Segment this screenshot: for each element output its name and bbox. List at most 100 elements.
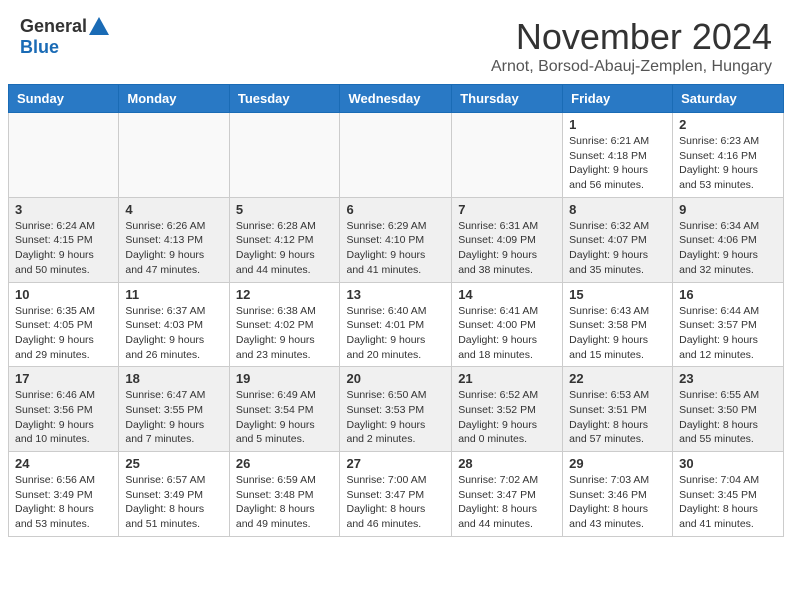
calendar-cell: 18 Sunrise: 6:47 AM Sunset: 3:55 PM Dayli… <box>119 367 229 452</box>
day-number: 3 <box>15 202 112 217</box>
day-number: 13 <box>346 287 445 302</box>
day-info: Sunrise: 6:47 AM Sunset: 3:55 PM Dayligh… <box>125 388 222 447</box>
calendar-cell <box>452 113 563 198</box>
calendar-cell: 5 Sunrise: 6:28 AM Sunset: 4:12 PM Daylig… <box>229 197 340 282</box>
day-info: Sunrise: 6:55 AM Sunset: 3:50 PM Dayligh… <box>679 388 777 447</box>
weekday-header-monday: Monday <box>119 85 229 113</box>
day-info: Sunrise: 6:40 AM Sunset: 4:01 PM Dayligh… <box>346 304 445 363</box>
day-info: Sunrise: 6:35 AM Sunset: 4:05 PM Dayligh… <box>15 304 112 363</box>
calendar-cell: 1 Sunrise: 6:21 AM Sunset: 4:18 PM Daylig… <box>563 113 673 198</box>
day-info: Sunrise: 6:43 AM Sunset: 3:58 PM Dayligh… <box>569 304 666 363</box>
calendar-cell: 22Sunrise: 6:53 AM Sunset: 3:51 PM Dayli… <box>563 367 673 452</box>
calendar-cell: 9 Sunrise: 6:34 AM Sunset: 4:06 PM Daylig… <box>673 197 784 282</box>
day-info: Sunrise: 7:02 AM Sunset: 3:47 PM Dayligh… <box>458 473 556 532</box>
logo-blue-text: Blue <box>20 37 59 58</box>
day-number: 4 <box>125 202 222 217</box>
day-number: 8 <box>569 202 666 217</box>
logo-triangle-icon <box>89 17 109 35</box>
calendar-cell <box>9 113 119 198</box>
day-number: 28 <box>458 456 556 471</box>
day-number: 1 <box>569 117 666 132</box>
day-info: Sunrise: 7:03 AM Sunset: 3:46 PM Dayligh… <box>569 473 666 532</box>
day-info: Sunrise: 6:57 AM Sunset: 3:49 PM Dayligh… <box>125 473 222 532</box>
day-info: Sunrise: 6:34 AM Sunset: 4:06 PM Dayligh… <box>679 219 777 278</box>
day-info: Sunrise: 7:00 AM Sunset: 3:47 PM Dayligh… <box>346 473 445 532</box>
day-number: 14 <box>458 287 556 302</box>
day-info: Sunrise: 6:31 AM Sunset: 4:09 PM Dayligh… <box>458 219 556 278</box>
day-number: 19 <box>236 371 334 386</box>
calendar-cell: 21 Sunrise: 6:52 AM Sunset: 3:52 PM Dayli… <box>452 367 563 452</box>
calendar-week-row: 24 Sunrise: 6:56 AM Sunset: 3:49 PM Dayli… <box>9 452 784 537</box>
day-number: 7 <box>458 202 556 217</box>
calendar-cell: 17 Sunrise: 6:46 AM Sunset: 3:56 PM Dayli… <box>9 367 119 452</box>
day-number: 21 <box>458 371 556 386</box>
weekday-header-row: SundayMondayTuesdayWednesdayThursdayFrid… <box>9 85 784 113</box>
day-info: Sunrise: 6:44 AM Sunset: 3:57 PM Dayligh… <box>679 304 777 363</box>
calendar-cell: 12 Sunrise: 6:38 AM Sunset: 4:02 PM Dayli… <box>229 282 340 367</box>
calendar-cell: 13 Sunrise: 6:40 AM Sunset: 4:01 PM Dayli… <box>340 282 452 367</box>
day-info: Sunrise: 6:41 AM Sunset: 4:00 PM Dayligh… <box>458 304 556 363</box>
weekday-header-wednesday: Wednesday <box>340 85 452 113</box>
day-number: 15 <box>569 287 666 302</box>
calendar-cell: 7 Sunrise: 6:31 AM Sunset: 4:09 PM Daylig… <box>452 197 563 282</box>
day-info: Sunrise: 6:59 AM Sunset: 3:48 PM Dayligh… <box>236 473 334 532</box>
day-number: 23 <box>679 371 777 386</box>
calendar-cell: 28 Sunrise: 7:02 AM Sunset: 3:47 PM Dayli… <box>452 452 563 537</box>
day-number: 11 <box>125 287 222 302</box>
location-subtitle: Arnot, Borsod-Abauj-Zemplen, Hungary <box>491 58 772 76</box>
day-info: Sunrise: 6:38 AM Sunset: 4:02 PM Dayligh… <box>236 304 334 363</box>
day-info: Sunrise: 6:23 AM Sunset: 4:16 PM Dayligh… <box>679 134 777 193</box>
calendar-cell: 3 Sunrise: 6:24 AM Sunset: 4:15 PM Daylig… <box>9 197 119 282</box>
calendar-cell: 15 Sunrise: 6:43 AM Sunset: 3:58 PM Dayli… <box>563 282 673 367</box>
calendar-cell: 2 Sunrise: 6:23 AM Sunset: 4:16 PM Daylig… <box>673 113 784 198</box>
day-number: 17 <box>15 371 112 386</box>
day-number: 5 <box>236 202 334 217</box>
calendar-cell: 16 Sunrise: 6:44 AM Sunset: 3:57 PM Dayli… <box>673 282 784 367</box>
calendar-week-row: 3 Sunrise: 6:24 AM Sunset: 4:15 PM Daylig… <box>9 197 784 282</box>
day-number: 10 <box>15 287 112 302</box>
calendar-cell <box>119 113 229 198</box>
month-title: November 2024 <box>491 16 772 58</box>
calendar-cell: 14 Sunrise: 6:41 AM Sunset: 4:00 PM Dayli… <box>452 282 563 367</box>
weekday-header-sunday: Sunday <box>9 85 119 113</box>
day-number: 18 <box>125 371 222 386</box>
day-info: Sunrise: 6:56 AM Sunset: 3:49 PM Dayligh… <box>15 473 112 532</box>
calendar-cell: 20Sunrise: 6:50 AM Sunset: 3:53 PM Dayli… <box>340 367 452 452</box>
day-number: 2 <box>679 117 777 132</box>
calendar-cell: 24 Sunrise: 6:56 AM Sunset: 3:49 PM Dayli… <box>9 452 119 537</box>
day-number: 25 <box>125 456 222 471</box>
calendar-cell: 29 Sunrise: 7:03 AM Sunset: 3:46 PM Dayli… <box>563 452 673 537</box>
day-info: Sunrise: 7:04 AM Sunset: 3:45 PM Dayligh… <box>679 473 777 532</box>
day-number: 9 <box>679 202 777 217</box>
day-info: Sunrise: 6:24 AM Sunset: 4:15 PM Dayligh… <box>15 219 112 278</box>
day-number: 20 <box>346 371 445 386</box>
day-number: 16 <box>679 287 777 302</box>
day-number: 6 <box>346 202 445 217</box>
calendar-cell <box>229 113 340 198</box>
logo-general-text: General <box>20 16 87 37</box>
weekday-header-saturday: Saturday <box>673 85 784 113</box>
weekday-header-tuesday: Tuesday <box>229 85 340 113</box>
day-number: 24 <box>15 456 112 471</box>
day-info: Sunrise: 6:29 AM Sunset: 4:10 PM Dayligh… <box>346 219 445 278</box>
weekday-header-friday: Friday <box>563 85 673 113</box>
calendar-week-row: 1 Sunrise: 6:21 AM Sunset: 4:18 PM Daylig… <box>9 113 784 198</box>
calendar-cell: 26Sunrise: 6:59 AM Sunset: 3:48 PM Dayli… <box>229 452 340 537</box>
day-info: Sunrise: 6:46 AM Sunset: 3:56 PM Dayligh… <box>15 388 112 447</box>
calendar-cell: 4Sunrise: 6:26 AM Sunset: 4:13 PM Daylig… <box>119 197 229 282</box>
calendar-cell: 19 Sunrise: 6:49 AM Sunset: 3:54 PM Dayli… <box>229 367 340 452</box>
day-info: Sunrise: 6:49 AM Sunset: 3:54 PM Dayligh… <box>236 388 334 447</box>
calendar-week-row: 17 Sunrise: 6:46 AM Sunset: 3:56 PM Dayli… <box>9 367 784 452</box>
calendar-table: SundayMondayTuesdayWednesdayThursdayFrid… <box>8 84 784 537</box>
day-number: 30 <box>679 456 777 471</box>
page-header: General Blue November 2024 Arnot, Borsod… <box>0 0 792 84</box>
day-info: Sunrise: 6:53 AM Sunset: 3:51 PM Dayligh… <box>569 388 666 447</box>
day-info: Sunrise: 6:28 AM Sunset: 4:12 PM Dayligh… <box>236 219 334 278</box>
day-number: 12 <box>236 287 334 302</box>
calendar-cell: 30 Sunrise: 7:04 AM Sunset: 3:45 PM Dayli… <box>673 452 784 537</box>
day-info: Sunrise: 6:52 AM Sunset: 3:52 PM Dayligh… <box>458 388 556 447</box>
day-info: Sunrise: 6:21 AM Sunset: 4:18 PM Dayligh… <box>569 134 666 193</box>
calendar-cell: 11Sunrise: 6:37 AM Sunset: 4:03 PM Dayli… <box>119 282 229 367</box>
day-number: 29 <box>569 456 666 471</box>
logo: General Blue <box>20 16 109 58</box>
